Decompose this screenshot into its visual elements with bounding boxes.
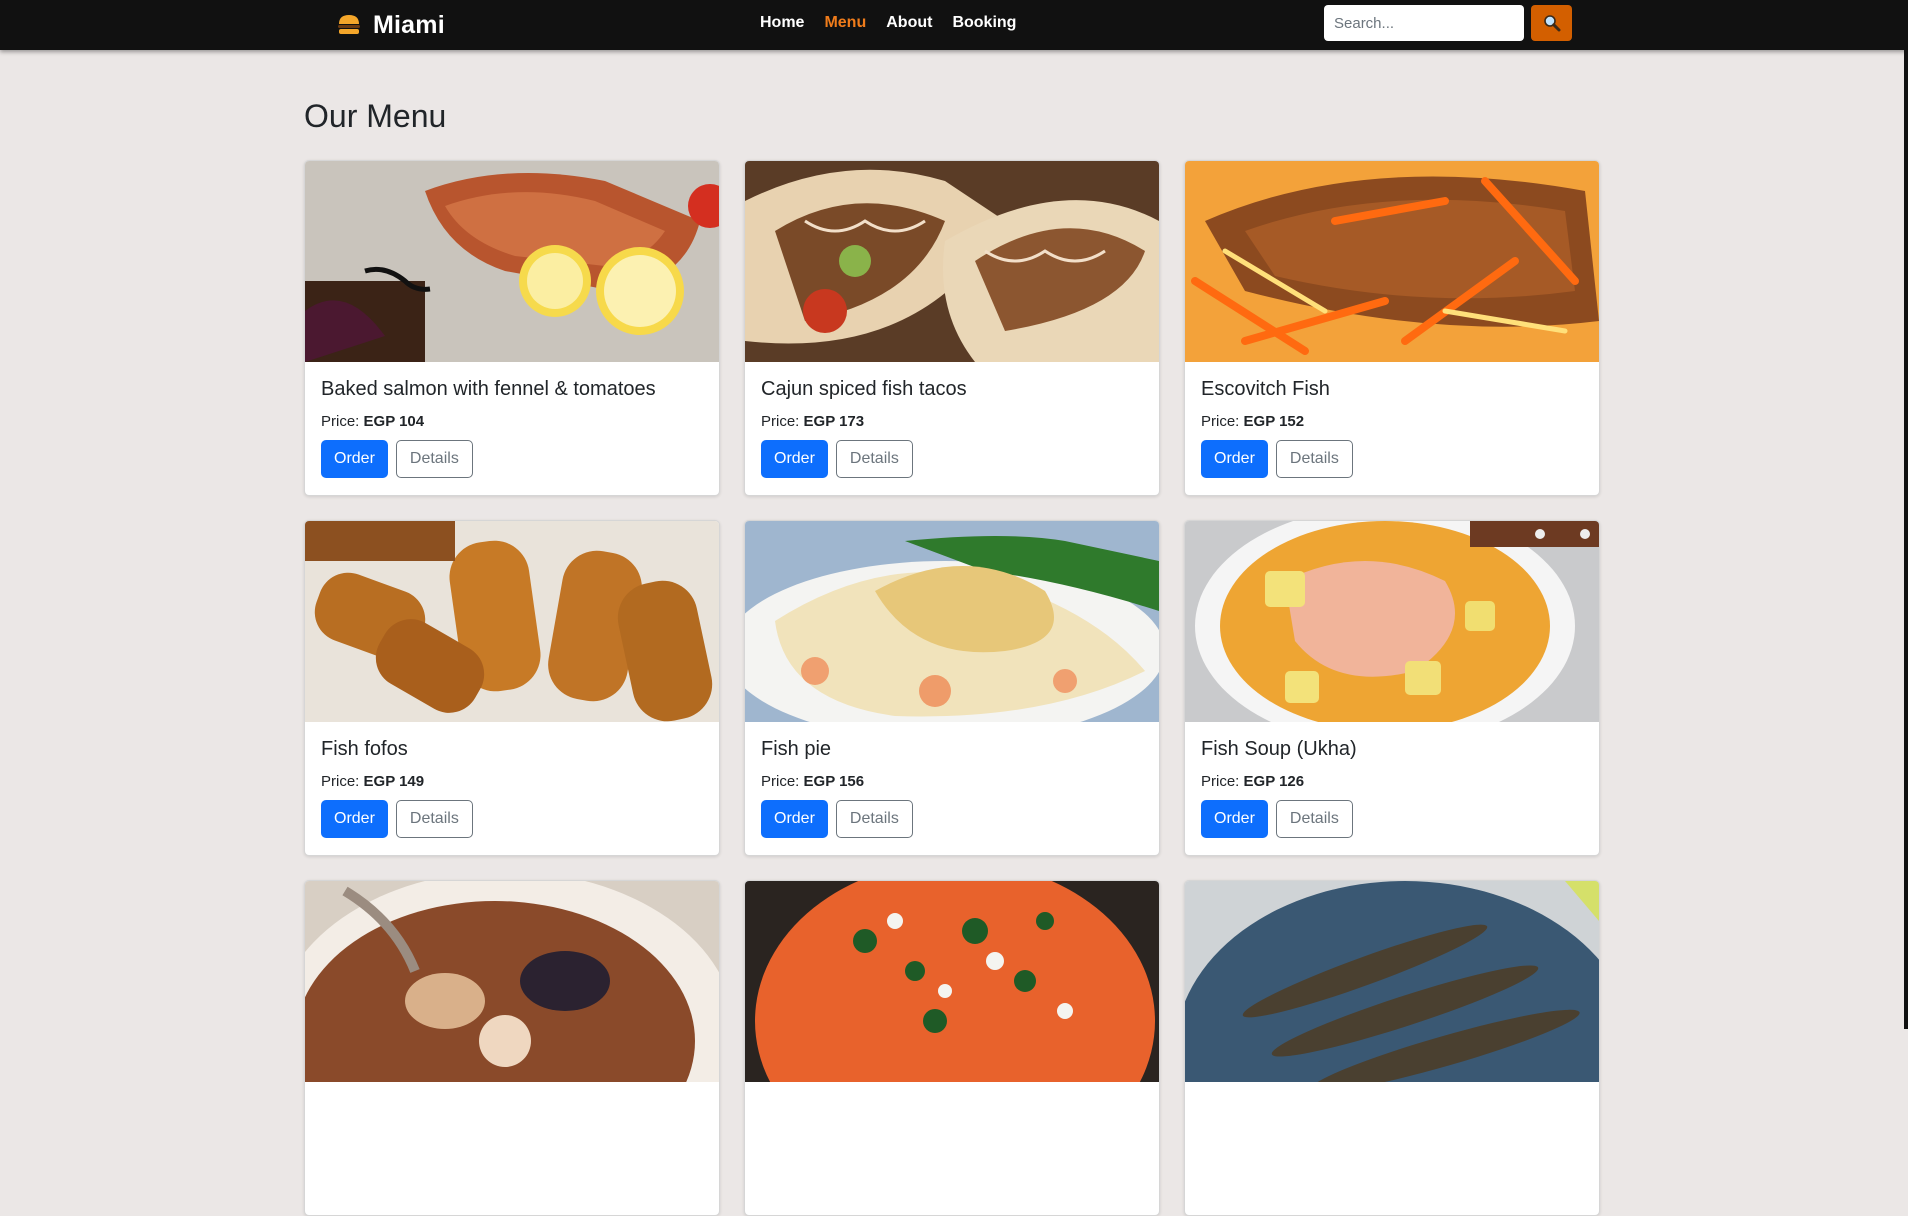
card-price: Price: EGP 126 [1201,773,1583,790]
details-button[interactable]: Details [395,440,473,478]
brand-name: Miami [373,10,445,39]
nav-links: Home Menu About Booking [760,0,1016,46]
fish-soup-photo [1185,521,1599,722]
card-title: Cajun spiced fish tacos [761,378,967,400]
card-body: Fish Soup (Ukha) Price: EGP 126 Order De… [1185,722,1599,854]
price-label: Price: [1201,773,1240,790]
seafood-stew-photo [305,881,719,1082]
order-button[interactable]: Order [321,800,388,838]
card-actions: Order Details [1201,800,1583,838]
card-actions: Order Details [1201,440,1583,478]
navbar: Miami Home Menu About Booking [0,0,1908,50]
details-button[interactable]: Details [1275,800,1353,838]
price-value: EGP 126 [1243,773,1305,790]
nav-home[interactable]: Home [760,14,804,32]
order-button[interactable]: Order [1201,440,1268,478]
order-button[interactable]: Order [761,800,828,838]
card-actions: Order Details [761,800,1143,838]
magnifier-icon [1543,15,1560,32]
price-value: EGP 156 [803,773,865,790]
price-label: Price: [1201,413,1240,430]
brand-link[interactable]: Miami [337,9,445,41]
tomato-bake-photo [745,881,1159,1082]
nav-booking[interactable]: Booking [952,14,1016,32]
details-button[interactable]: Details [835,800,913,838]
card-title: Fish Soup (Ukha) [1201,738,1357,760]
fofos-photo [305,521,719,722]
nav-menu[interactable]: Menu [824,14,866,32]
price-value: EGP 152 [1243,413,1305,430]
salmon-photo [305,161,719,362]
card-price: Price: EGP 173 [761,413,1143,430]
card-body: Fish pie Price: EGP 156 Order Details [745,722,1159,854]
tacos-photo [745,161,1159,362]
menu-card: Fish pie Price: EGP 156 Order Details [744,520,1160,856]
fish-pie-photo [745,521,1159,722]
card-title: Escovitch Fish [1201,378,1330,400]
search-input[interactable] [1324,5,1524,41]
card-body: Escovitch Fish Price: EGP 152 Order Deta… [1185,362,1599,494]
price-value: EGP 104 [363,413,425,430]
price-label: Price: [321,413,360,430]
nav-about[interactable]: About [886,14,932,32]
card-title: Fish pie [761,738,832,760]
menu-card: Fish Soup (Ukha) Price: EGP 126 Order De… [1184,520,1600,856]
menu-card [744,880,1160,1216]
escovitch-photo [1185,161,1599,362]
card-body: Baked salmon with fennel & tomatoes Pric… [305,362,719,494]
menu-grid: Baked salmon with fennel & tomatoes Pric… [304,160,1602,1216]
card-price: Price: EGP 104 [321,413,703,430]
price-value: EGP 149 [363,773,425,790]
card-actions: Order Details [321,440,703,478]
card-price: Price: EGP 149 [321,773,703,790]
price-label: Price: [321,773,360,790]
page-title: Our Menu [304,98,447,134]
order-button[interactable]: Order [761,440,828,478]
card-body: Fish fofos Price: EGP 149 Order Details [305,722,719,854]
card-price: Price: EGP 156 [761,773,1143,790]
menu-card: Baked salmon with fennel & tomatoes Pric… [304,160,720,496]
menu-card: Fish fofos Price: EGP 149 Order Details [304,520,720,856]
burger-icon [338,15,360,34]
scrollbar-edge [1904,0,1908,1029]
details-button[interactable]: Details [1275,440,1353,478]
card-title: Baked salmon with fennel & tomatoes [321,378,656,400]
order-button[interactable]: Order [321,440,388,478]
menu-card: Escovitch Fish Price: EGP 152 Order Deta… [1184,160,1600,496]
menu-card [1184,880,1600,1216]
card-price: Price: EGP 152 [1201,413,1583,430]
grilled-sardines-photo [1185,881,1599,1082]
card-title: Fish fofos [321,738,408,760]
card-actions: Order Details [761,440,1143,478]
card-actions: Order Details [321,800,703,838]
details-button[interactable]: Details [395,800,473,838]
menu-card [304,880,720,1216]
price-value: EGP 173 [803,413,865,430]
price-label: Price: [761,773,800,790]
order-button[interactable]: Order [1201,800,1268,838]
price-label: Price: [761,413,800,430]
search-button[interactable] [1531,5,1572,41]
details-button[interactable]: Details [835,440,913,478]
card-body: Cajun spiced fish tacos Price: EGP 173 O… [745,362,1159,494]
menu-card: Cajun spiced fish tacos Price: EGP 173 O… [744,160,1160,496]
